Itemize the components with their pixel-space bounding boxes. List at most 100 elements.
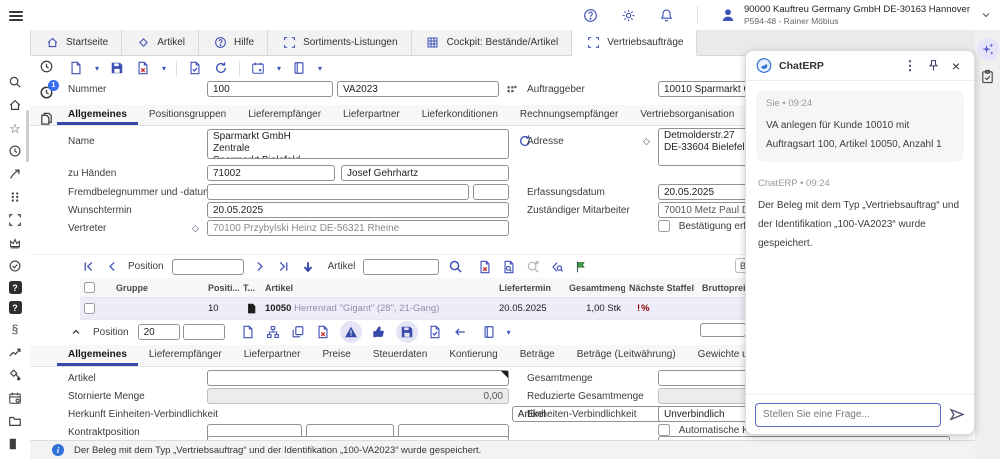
artikel-input[interactable] (207, 370, 509, 386)
statistics-icon[interactable] (7, 344, 23, 360)
auction-gavel-icon[interactable] (7, 367, 23, 383)
fremdbelegnummer-input[interactable] (207, 184, 469, 200)
check-position-icon[interactable] (427, 324, 443, 340)
tab-pos-lieferempfaenger[interactable]: Lieferempfänger (138, 345, 233, 366)
col-naechste-staffel[interactable]: Nächste Staffel (625, 283, 698, 293)
delete-position-icon[interactable] (477, 259, 493, 275)
form-print-icon[interactable] (291, 60, 307, 76)
tab-pos-allgemeines[interactable]: Allgemeines (57, 345, 138, 366)
nummer-input[interactable] (207, 81, 333, 97)
search-icon[interactable] (447, 259, 463, 275)
col-artikel[interactable]: Artikel (261, 283, 495, 293)
link-diamond-icon[interactable]: ◇ (192, 223, 199, 234)
search-icon[interactable] (7, 74, 23, 90)
tab-hilfe[interactable]: Hilfe (199, 30, 268, 55)
refresh-icon[interactable] (213, 60, 229, 76)
pin-icon[interactable] (925, 58, 941, 74)
tab-pos-steuerdaten[interactable]: Steuerdaten (362, 345, 439, 366)
name-textarea[interactable]: Sparmarkt GmbH Zentrale Sparmarkt Bielef… (207, 129, 509, 159)
table-footer-input[interactable] (700, 323, 746, 337)
legal-paragraph-icon[interactable]: § (7, 321, 23, 337)
tab-sortiments-listungen[interactable]: Sortiments-Listungen (268, 30, 412, 55)
more-options-icon[interactable]: ⋮ (902, 58, 918, 74)
tab-vertriebsorganisation[interactable]: Vertriebsorganisation (629, 105, 745, 125)
delete-document-icon[interactable] (135, 60, 151, 76)
clipboard-check-icon[interactable] (980, 68, 996, 84)
dropdown-caret-icon[interactable]: ▾ (277, 64, 281, 73)
tab-pos-preise[interactable]: Preise (311, 345, 361, 366)
apps-icon[interactable] (7, 189, 23, 205)
home-icon[interactable] (7, 97, 23, 113)
next-position-icon[interactable] (252, 259, 268, 275)
bestaetigung-checkbox[interactable] (658, 220, 670, 232)
notifications-bell-icon[interactable] (659, 7, 675, 23)
jump-down-icon[interactable] (300, 259, 316, 275)
hamburger-menu-icon[interactable] (9, 11, 23, 21)
check-document-icon[interactable] (187, 60, 203, 76)
tab-rechnungsempfaenger[interactable]: Rechnungsempfänger (509, 105, 629, 125)
ai-assistant-sparkle-icon[interactable] (977, 38, 999, 60)
dropdown-caret-icon[interactable]: ▾ (507, 328, 511, 337)
select-all-checkbox[interactable] (84, 282, 95, 293)
zu-haenden-name-input[interactable] (341, 165, 509, 181)
col-gesamtmenge[interactable]: Gesamtmenge (565, 283, 625, 293)
close-icon[interactable]: × (948, 58, 964, 74)
back-arrow-icon[interactable] (452, 324, 468, 340)
warning-highlight[interactable] (340, 321, 362, 343)
favorites-star-icon[interactable]: ☆ (7, 120, 23, 136)
vertreter-input[interactable] (207, 220, 509, 236)
new-position-icon[interactable] (240, 324, 256, 340)
fremdbelegdatum-input[interactable] (473, 184, 509, 200)
planning-calendar-icon[interactable] (7, 390, 23, 406)
new-document-icon[interactable] (68, 60, 84, 76)
delete-position-icon[interactable] (315, 324, 331, 340)
tab-lieferpartner[interactable]: Lieferpartner (332, 105, 411, 125)
form-print-icon[interactable] (481, 324, 497, 340)
history-icon[interactable] (7, 143, 23, 159)
tab-startseite[interactable]: Startseite (30, 30, 122, 55)
calendar-icon[interactable] (250, 60, 266, 76)
help-icon[interactable] (583, 7, 599, 23)
search-document-icon[interactable] (501, 259, 517, 275)
first-position-icon[interactable] (80, 259, 96, 275)
col-liefertermin[interactable]: Liefertermin (495, 283, 565, 293)
pending-items-icon[interactable]: 1 (38, 84, 54, 100)
matchcode-icon[interactable] (504, 82, 520, 98)
position-sub-input[interactable] (183, 324, 225, 340)
last-position-icon[interactable] (276, 259, 292, 275)
thumbs-up-icon[interactable] (371, 324, 387, 340)
wunschtermin-input[interactable] (207, 202, 509, 218)
tab-pos-betraege-leitwaehrung[interactable]: Beträge (Leitwährung) (566, 345, 687, 366)
hierarchy-icon[interactable] (265, 324, 281, 340)
save-icon[interactable] (109, 60, 125, 76)
premium-crown-icon[interactable] (7, 235, 23, 251)
help-alt-icon[interactable]: ? (9, 301, 22, 314)
tab-lieferkonditionen[interactable]: Lieferkonditionen (411, 105, 509, 125)
collapse-chevron-icon[interactable] (68, 324, 84, 340)
tab-pos-kontierung[interactable]: Kontierung (438, 345, 508, 366)
tab-allgemeines[interactable]: Allgemeines (57, 105, 138, 125)
col-gruppe[interactable]: Gruppe (112, 283, 204, 293)
tab-artikel[interactable]: Artikel (122, 30, 199, 55)
dropdown-caret-icon[interactable]: ▾ (162, 64, 166, 73)
search-attributes-icon[interactable] (549, 259, 565, 275)
artikel-search-input[interactable] (363, 259, 439, 275)
fullscreen-icon[interactable] (7, 212, 23, 228)
flag-icon[interactable] (573, 259, 589, 275)
link-diamond-icon[interactable]: ◇ (643, 136, 650, 147)
user-account[interactable]: 90000 Kauftreu Germany GmbH DE-30163 Han… (720, 4, 994, 26)
dropdown-caret-icon[interactable]: ▾ (318, 64, 322, 73)
row-checkbox[interactable] (84, 303, 95, 314)
copy-icon[interactable] (38, 110, 54, 126)
chat-input[interactable] (755, 403, 941, 427)
tab-cockpit-bestaende-artikel[interactable]: Cockpit: Bestände/Artikel (412, 30, 573, 55)
previous-position-icon[interactable] (104, 259, 120, 275)
tab-pos-betraege[interactable]: Beträge (509, 345, 566, 366)
chevron-down-icon[interactable] (978, 7, 994, 23)
zu-haenden-nr-input[interactable] (207, 165, 335, 181)
position-number-input[interactable] (138, 324, 180, 340)
col-typ[interactable]: T... (239, 283, 261, 293)
tab-vertriebsauftraege[interactable]: Vertriebsaufträge (572, 30, 697, 56)
send-icon[interactable] (949, 407, 965, 423)
recent-history-icon[interactable] (38, 58, 54, 74)
